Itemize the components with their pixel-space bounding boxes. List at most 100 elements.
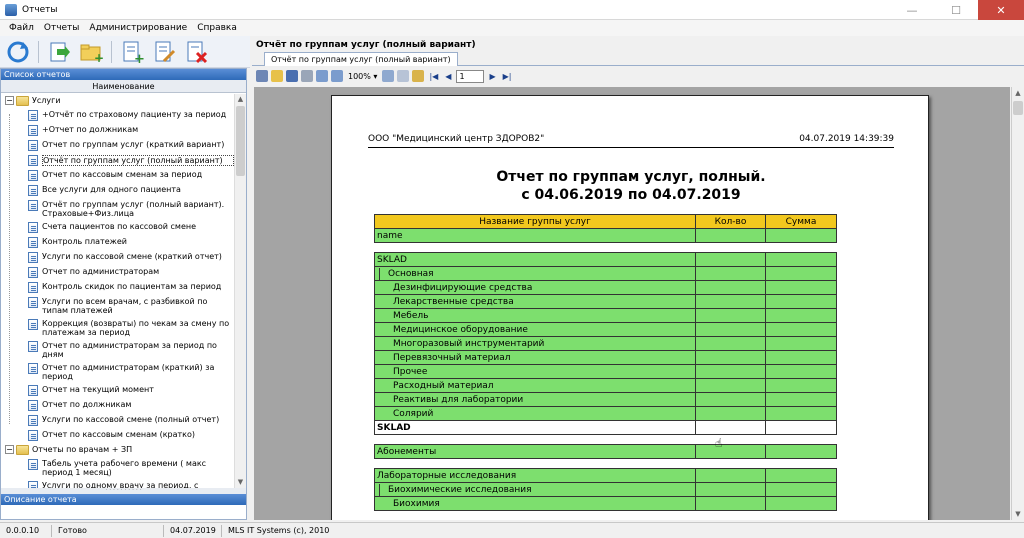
edit-report-button[interactable] xyxy=(150,38,178,66)
scroll-up-icon[interactable]: ▲ xyxy=(235,94,246,105)
table-row: Медицинское оборудование xyxy=(374,322,837,337)
tree-report-item[interactable]: Отчет по администраторам xyxy=(1,265,234,280)
scroll-down-icon[interactable]: ▼ xyxy=(235,477,246,488)
open-icon[interactable] xyxy=(271,70,283,82)
maximize-button[interactable]: ☐ xyxy=(934,0,978,20)
tree-item-label: +Отчет по должникам xyxy=(42,125,139,134)
report-icon xyxy=(28,459,38,470)
menu-file[interactable]: Файл xyxy=(4,23,39,33)
col-count: Кол-во xyxy=(695,214,766,229)
refresh-button[interactable] xyxy=(4,38,32,66)
zoom-select[interactable]: 100% ▾ xyxy=(346,72,379,81)
tree-item-label: Контроль скидок по пациентам за период xyxy=(42,282,222,291)
last-page-icon[interactable]: ▶| xyxy=(501,72,514,81)
tree-report-item[interactable]: Услуги по кассовой смене (краткий отчет) xyxy=(1,250,234,265)
zoom-out-icon[interactable] xyxy=(331,70,343,82)
tree-report-item[interactable]: Отчет по администраторам за период по дн… xyxy=(1,339,234,361)
tree-report-item[interactable]: Услуги по всем врачам, с разбивкой по ти… xyxy=(1,295,234,317)
tree-report-item[interactable]: Отчет по должникам xyxy=(1,398,234,413)
status-date: 04.07.2019 xyxy=(164,524,222,537)
table-row: SKLAD xyxy=(374,420,837,435)
tree-item-label: Отчеты по врачам + ЗП xyxy=(32,445,133,454)
close-button[interactable]: ✕ xyxy=(978,0,1024,20)
preview-scrollbar[interactable]: ▲ ▼ xyxy=(1011,87,1024,520)
tab-report[interactable]: Отчёт по группам услуг (полный вариант) xyxy=(264,52,458,66)
tree-report-item[interactable]: Счета пациентов по кассовой смене xyxy=(1,220,234,235)
export-icon xyxy=(50,42,70,61)
collapse-icon[interactable]: − xyxy=(5,445,14,454)
report-preview[interactable]: ООО "Медицинский центр ЗДОРОВ2" 04.07.20… xyxy=(254,87,1010,520)
tree-report-item[interactable]: +Отчет по должникам xyxy=(1,123,234,138)
left-scrollbar[interactable]: ▲ ▼ xyxy=(234,94,246,488)
tree-item-label: Контроль платежей xyxy=(42,237,127,246)
edit-report-icon xyxy=(155,41,176,62)
report-icon xyxy=(28,319,38,330)
tree-item-label: Счета пациентов по кассовой смене xyxy=(42,222,197,231)
tree-item-label: Отчёт по группам услуг (полный вариант) xyxy=(42,155,234,166)
add-folder-icon: + xyxy=(80,44,103,64)
page-number-input[interactable]: 1 xyxy=(456,69,485,83)
print-icon[interactable] xyxy=(256,70,268,82)
edit-icon[interactable] xyxy=(412,70,425,82)
scroll-down-icon[interactable]: ▼ xyxy=(1012,508,1024,520)
menu-help[interactable]: Справка xyxy=(192,23,242,33)
menu-admin[interactable]: Администрирование xyxy=(84,23,192,33)
tree-report-item[interactable]: Отчёт по группам услуг (полный вариант) xyxy=(1,153,234,168)
report-icon xyxy=(28,222,38,233)
export-button[interactable] xyxy=(45,38,73,66)
hand-cursor-icon: ☝ xyxy=(715,436,723,450)
find-icon[interactable] xyxy=(382,70,395,82)
table-row: Лекарственные средства xyxy=(374,294,837,309)
report-icon xyxy=(28,481,38,488)
table-row: Лабораторные исследования xyxy=(374,468,837,483)
status-state: Готово xyxy=(52,524,164,537)
add-report-button[interactable]: + xyxy=(118,38,146,66)
collapse-icon[interactable]: − xyxy=(5,96,14,105)
page-view-icon[interactable] xyxy=(397,70,410,82)
tree-report-item[interactable]: Контроль платежей xyxy=(1,235,234,250)
zoom-in-icon[interactable] xyxy=(316,70,328,82)
tree-report-item[interactable]: Отчет на текущий момент xyxy=(1,383,234,398)
tree-item-label: Отчет по администраторам xyxy=(42,267,160,276)
table-row: Расходный материал xyxy=(374,378,837,393)
tree-report-item[interactable]: Услуги по кассовой смене (полный отчет) xyxy=(1,413,234,428)
tree-report-item[interactable]: Отчет по администраторам (краткий) за пе… xyxy=(1,361,234,383)
tree-report-item[interactable]: Отчет по группам услуг (краткий вариант) xyxy=(1,138,234,153)
scroll-thumb[interactable] xyxy=(1013,101,1023,115)
tree-report-item[interactable]: Табель учета рабочего времени ( макс пер… xyxy=(1,457,234,479)
tree-report-item[interactable]: +Отчёт по страховому пациенту за период xyxy=(1,108,234,123)
report-icon xyxy=(28,237,38,248)
tree-report-item[interactable]: Контроль скидок по пациентам за период xyxy=(1,280,234,295)
tree-report-item[interactable]: Коррекция (возвраты) по чекам за смену п… xyxy=(1,317,234,339)
report-icon xyxy=(28,430,38,441)
minimize-button[interactable]: — xyxy=(890,0,934,20)
scroll-thumb[interactable] xyxy=(236,106,245,176)
name-column-header[interactable]: Наименование xyxy=(1,80,246,93)
report-icon xyxy=(28,110,38,121)
page-setup-icon[interactable] xyxy=(301,70,313,82)
add-folder-button[interactable]: + xyxy=(77,38,105,66)
tree-report-item[interactable]: Отчет по кассовым сменам (кратко) xyxy=(1,428,234,443)
table-row: SKLAD xyxy=(374,252,837,267)
delete-report-button[interactable] xyxy=(182,38,210,66)
table-row: Перевязочный материал xyxy=(374,350,837,365)
preview-toolbar: 100% ▾ |◀ ◀ 1 ▶ ▶| xyxy=(252,67,1024,85)
prev-page-icon[interactable]: ◀ xyxy=(443,72,453,81)
table-row: Биохимия xyxy=(374,496,837,511)
tree-report-item[interactable]: Отчет по кассовым сменам за период xyxy=(1,168,234,183)
menu-reports[interactable]: Отчеты xyxy=(39,23,85,33)
table-header-row: Название группы услуг Кол-во Сумма xyxy=(374,214,837,229)
first-page-icon[interactable]: |◀ xyxy=(427,72,440,81)
table-row: Многоразовый инструментарий xyxy=(374,336,837,351)
report-icon xyxy=(28,363,38,374)
scroll-up-icon[interactable]: ▲ xyxy=(1012,87,1024,99)
tree-item-label: Отчет по должникам xyxy=(42,400,132,409)
tree-folder[interactable]: − Услуги xyxy=(1,94,234,108)
next-page-icon[interactable]: ▶ xyxy=(487,72,497,81)
tree-folder[interactable]: − Отчеты по врачам + ЗП xyxy=(1,443,234,457)
table-row: Абонементы xyxy=(374,444,837,459)
report-icon xyxy=(28,282,38,293)
save-icon[interactable] xyxy=(286,70,298,82)
tree-report-item[interactable]: Отчёт по группам услуг (полный вариант).… xyxy=(1,198,234,220)
tree-report-item[interactable]: Все услуги для одного пациента xyxy=(1,183,234,198)
